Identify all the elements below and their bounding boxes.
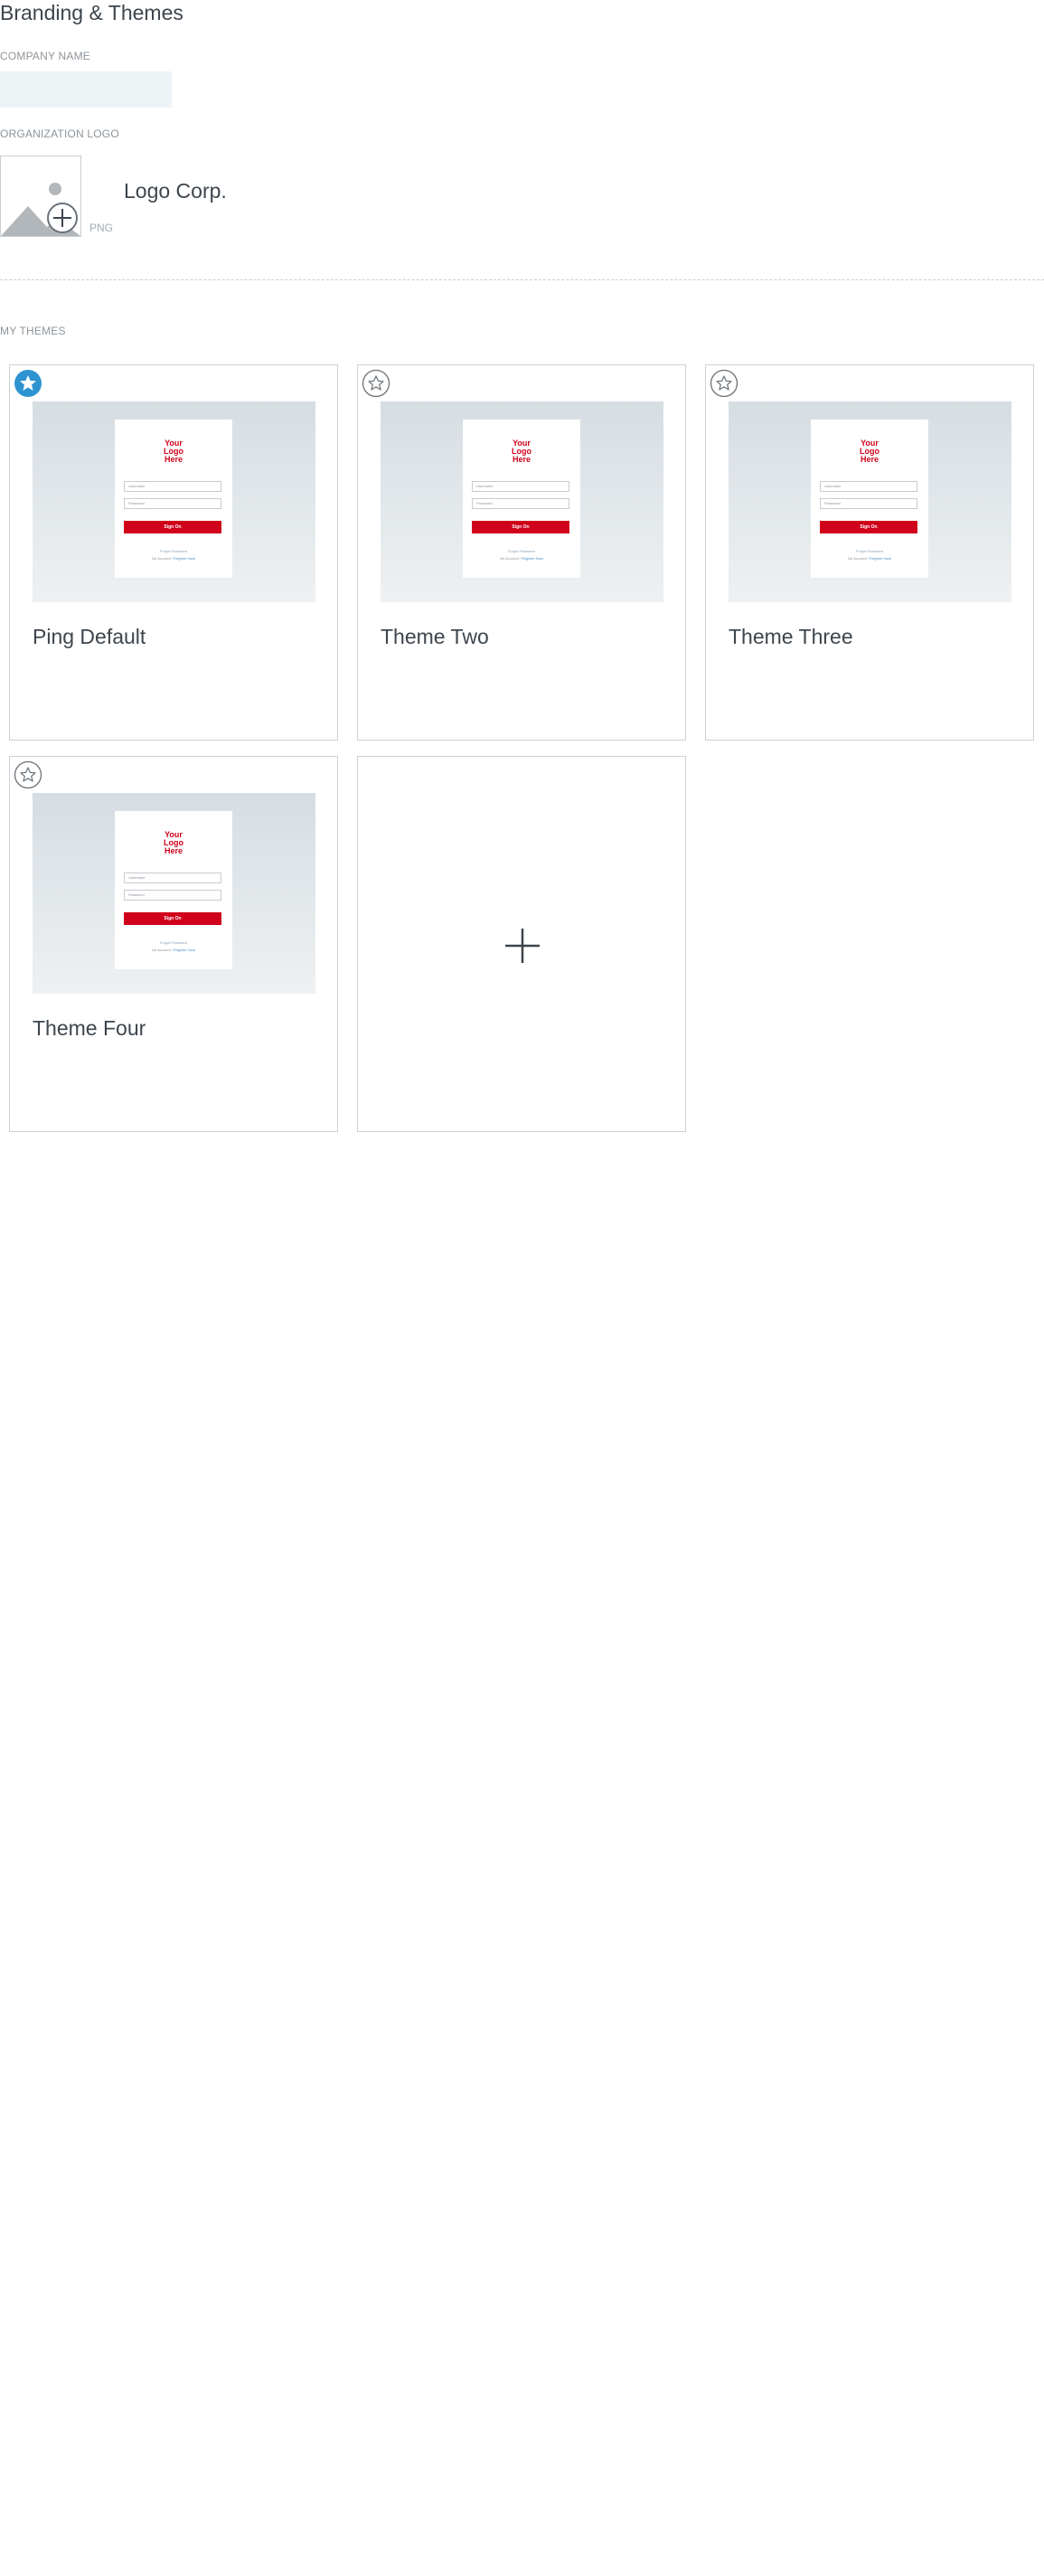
star-outline-icon[interactable] <box>14 760 42 789</box>
preview-signon-button: Sign On <box>124 912 221 925</box>
star-outline-icon[interactable] <box>362 369 390 398</box>
preview-logo-text: Your Logo Here <box>512 439 531 464</box>
theme-preview: Your Logo Here Username Password Sign On F… <box>33 793 315 994</box>
star-outline-icon[interactable] <box>710 369 738 398</box>
preview-no-account: No Account? <box>152 556 173 561</box>
preview-username-field: Username <box>124 481 221 492</box>
preview-register-line: No Account? Register Now <box>811 556 928 561</box>
theme-name: Theme Three <box>729 625 853 648</box>
preview-forgot-link: Forgot Password <box>159 940 188 945</box>
theme-card[interactable]: Your Logo Here Username Password Sign On F… <box>705 364 1034 741</box>
preview-no-account: No Account? <box>848 556 869 561</box>
logo-name: Logo Corp. <box>124 179 227 203</box>
preview-register-line: No Account? Register Now <box>463 556 580 561</box>
file-type-hint: PNG <box>89 222 114 234</box>
preview-logo-text: Your Logo Here <box>164 830 183 855</box>
organization-logo-label: ORGANIZATION LOGO <box>0 127 119 140</box>
preview-no-account: No Account? <box>500 556 521 561</box>
plus-icon <box>505 929 540 963</box>
preview-logo-text: Your Logo Here <box>164 439 183 464</box>
preview-register-link: Register Now <box>869 556 891 561</box>
preview-username-field: Username <box>124 873 221 883</box>
preview-signon-form: Your Logo Here Username Password Sign On F… <box>811 420 928 578</box>
theme-preview: Your Logo Here Username Password Sign On F… <box>729 401 1011 602</box>
preview-signon-form: Your Logo Here Username Password Sign On F… <box>463 420 580 578</box>
preview-signon-button: Sign On <box>820 521 917 533</box>
preview-password-field: Password <box>820 498 917 509</box>
preview-signon-form: Your Logo Here Username Password Sign On F… <box>115 811 232 969</box>
add-theme-card[interactable] <box>357 756 686 1132</box>
preview-forgot-link: Forgot Password <box>507 549 536 553</box>
theme-card[interactable]: Your Logo Here Username Password Sign On F… <box>9 756 338 1132</box>
preview-username-field: Username <box>820 481 917 492</box>
preview-register-line: No Account? Register Now <box>115 948 232 952</box>
theme-name: Theme Four <box>33 1016 146 1040</box>
company-name-label: COMPANY NAME <box>0 50 90 62</box>
theme-name: Ping Default <box>33 625 146 648</box>
preview-no-account: No Account? <box>152 948 173 952</box>
section-divider <box>0 279 1044 280</box>
company-name-input[interactable] <box>0 71 172 108</box>
preview-register-link: Register Now <box>521 556 543 561</box>
preview-username-field: Username <box>472 481 569 492</box>
image-add-icon <box>1 183 80 236</box>
preview-signon-button: Sign On <box>472 521 569 533</box>
preview-register-line: No Account? Register Now <box>115 556 232 561</box>
my-themes-label: MY THEMES <box>0 325 66 337</box>
logo-upload-button[interactable] <box>0 156 81 237</box>
theme-card[interactable]: Your Logo Here Username Password Sign On F… <box>9 364 338 741</box>
preview-logo-text: Your Logo Here <box>860 439 879 464</box>
preview-register-link: Register Now <box>173 948 195 952</box>
preview-signon-form: Your Logo Here Username Password Sign On F… <box>115 420 232 578</box>
theme-name: Theme Two <box>381 625 489 648</box>
page-title: Branding & Themes <box>0 1 183 24</box>
theme-preview: Your Logo Here Username Password Sign On F… <box>381 401 663 602</box>
preview-password-field: Password <box>124 498 221 509</box>
preview-password-field: Password <box>472 498 569 509</box>
theme-preview: Your Logo Here Username Password Sign On F… <box>33 401 315 602</box>
default-star-icon[interactable] <box>14 369 42 398</box>
preview-password-field: Password <box>124 890 221 901</box>
theme-card[interactable]: Your Logo Here Username Password Sign On F… <box>357 364 686 741</box>
preview-forgot-link: Forgot Password <box>855 549 884 553</box>
preview-forgot-link: Forgot Password <box>159 549 188 553</box>
preview-register-link: Register Now <box>173 556 195 561</box>
preview-signon-button: Sign On <box>124 521 221 533</box>
